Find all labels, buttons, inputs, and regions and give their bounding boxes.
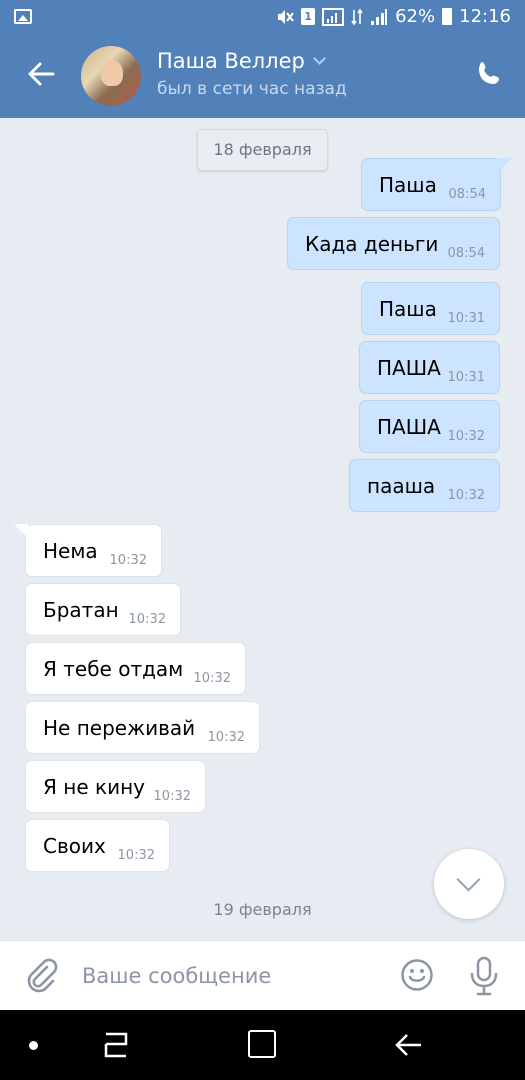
message-outgoing[interactable]: Када деньги 08:54	[287, 217, 500, 270]
message-text: Нема	[43, 539, 98, 563]
status-time: 12:16	[459, 6, 511, 27]
message-outgoing[interactable]: ПАША 10:31	[359, 341, 500, 394]
message-text: Не переживай	[43, 716, 196, 740]
message-outgoing[interactable]: ПАША 10:32	[359, 400, 500, 453]
message-text: Када деньги	[305, 232, 439, 256]
message-incoming[interactable]: Я тебе отдам 10:32	[25, 642, 246, 695]
message-time: 10:32	[117, 848, 155, 863]
status-icons: 1 62% 12:16	[276, 6, 511, 27]
date-separator: 18 февраля	[197, 129, 328, 171]
message-text: Паша	[379, 173, 437, 197]
message-outgoing[interactable]: Паша 08:54	[361, 158, 512, 211]
home-icon[interactable]	[248, 1030, 276, 1058]
status-bar: 1 62% 12:16	[0, 0, 525, 34]
message-time: 10:31	[447, 370, 485, 385]
message-text: ПАША	[377, 415, 441, 439]
paperclip-icon[interactable]	[23, 958, 59, 994]
message-text: Своих	[43, 834, 106, 858]
battery-percent: 62%	[395, 6, 436, 27]
nav-dot-icon[interactable]	[29, 1041, 38, 1050]
battery-icon	[442, 8, 453, 25]
chat-header: Паша Веллер был в сети час назад	[0, 34, 525, 118]
message-time: 10:32	[207, 730, 245, 745]
wifi-signal-icon	[322, 7, 345, 26]
message-time: 08:54	[448, 187, 486, 202]
sim-indicator: 1	[301, 8, 316, 25]
message-input[interactable]	[82, 960, 382, 992]
back-arrow-icon[interactable]	[393, 1030, 425, 1060]
message-time: 10:32	[447, 488, 485, 503]
message-text: Я не кину	[43, 775, 145, 799]
date-separator: 19 февраля	[213, 900, 312, 919]
message-outgoing[interactable]: пааша 10:32	[349, 459, 500, 512]
message-incoming[interactable]: Братан 10:32	[25, 583, 181, 636]
message-incoming[interactable]: Не переживай 10:32	[25, 701, 260, 754]
data-arrows-icon	[351, 8, 363, 25]
phone-icon[interactable]	[475, 60, 503, 88]
avatar[interactable]	[81, 46, 141, 106]
message-time: 10:32	[153, 789, 191, 804]
mute-icon	[278, 9, 294, 24]
arrow-left-icon[interactable]	[25, 58, 57, 90]
message-text: Я тебе отдам	[43, 657, 184, 681]
microphone-icon[interactable]	[469, 956, 499, 996]
smiley-icon[interactable]	[400, 958, 434, 992]
message-time: 10:32	[447, 429, 485, 444]
message-incoming[interactable]: Нема 10:32	[14, 524, 162, 577]
message-composer	[0, 940, 525, 1010]
message-text: Паша	[379, 297, 437, 321]
message-outgoing[interactable]: Паша 10:31	[361, 282, 500, 335]
last-seen-status: был в сети час назад	[157, 79, 347, 99]
message-time: 10:32	[128, 612, 166, 627]
message-time: 10:32	[109, 553, 147, 568]
message-time: 10:32	[193, 671, 231, 686]
gallery-notification-icon	[14, 9, 32, 24]
app-header-background: 1 62% 12:16 Паша Веллер был в сети час н…	[0, 0, 525, 118]
chevron-down-icon	[456, 867, 481, 892]
cell-signal-icon	[371, 8, 388, 25]
contact-name[interactable]: Паша Веллер	[157, 49, 326, 73]
system-navigation-bar	[0, 1010, 525, 1080]
message-time: 10:31	[447, 311, 485, 326]
message-text: ПАША	[377, 356, 441, 380]
message-text: пааша	[367, 474, 436, 498]
message-incoming[interactable]: Я не кину 10:32	[25, 760, 206, 813]
chevron-down-icon	[312, 52, 326, 65]
message-incoming[interactable]: Своих 10:32	[25, 819, 170, 872]
recent-apps-icon[interactable]	[100, 1030, 132, 1060]
message-time: 08:54	[447, 246, 485, 261]
message-text: Братан	[43, 598, 119, 622]
